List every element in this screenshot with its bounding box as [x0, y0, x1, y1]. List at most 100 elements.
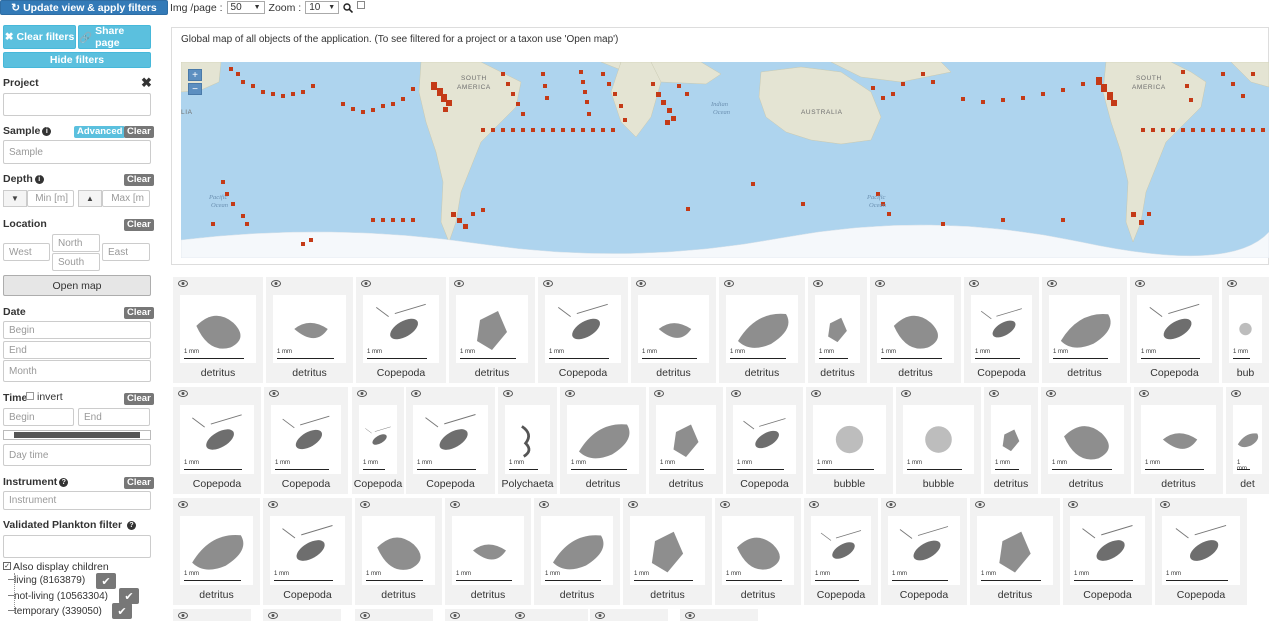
plankton-image[interactable]: 1 mm: [271, 405, 341, 474]
tree-item-not-living[interactable]: ┄not-living (10563304): [8, 591, 108, 602]
image-thumbnail[interactable]: 1 mm detritus: [534, 498, 620, 605]
plankton-image[interactable]: 1 mm: [1229, 295, 1262, 363]
image-thumbnail[interactable]: 1 mm Copepoda: [1063, 498, 1152, 605]
image-thumbnail[interactable]: 1 mm detritus: [173, 277, 263, 383]
plankton-image[interactable]: 1 mm: [722, 516, 794, 585]
plankton-image[interactable]: 1 mm: [656, 405, 716, 474]
check-icon[interactable]: ✔: [119, 588, 139, 604]
eye-icon[interactable]: [1227, 279, 1237, 288]
hide-filters-button[interactable]: Hide filters: [3, 52, 151, 68]
depth-clear-button[interactable]: Clear: [124, 174, 154, 186]
sample-input[interactable]: Sample: [3, 140, 151, 164]
image-thumbnail[interactable]: 1 mm detritus: [355, 498, 442, 605]
plankton-image[interactable]: 1 mm: [1162, 516, 1240, 585]
taxon-label[interactable]: detritus: [970, 589, 1060, 601]
taxon-label[interactable]: Copepoda: [173, 478, 261, 490]
taxon-label[interactable]: detritus: [1042, 367, 1127, 379]
image-thumbnail[interactable]: 1 mm detritus: [1041, 387, 1131, 494]
search-icon[interactable]: [343, 2, 354, 13]
month-input[interactable]: Month: [3, 360, 151, 382]
plankton-image[interactable]: 1 mm: [977, 516, 1053, 585]
taxon-label[interactable]: Copepoda: [964, 367, 1039, 379]
time-slider[interactable]: [3, 430, 151, 440]
img-page-select[interactable]: 50 ▼: [226, 1, 265, 14]
taxon-label[interactable]: detritus: [984, 478, 1038, 490]
taxon-label[interactable]: detritus: [631, 367, 716, 379]
image-thumbnail[interactable]: 1 mm detritus: [649, 387, 723, 494]
image-thumbnail[interactable]: 1 mm detritus: [970, 498, 1060, 605]
location-clear-button[interactable]: Clear: [124, 219, 154, 231]
eye-icon[interactable]: [178, 279, 188, 288]
taxon-label[interactable]: Copepoda: [406, 478, 495, 490]
image-thumbnail[interactable]: 1 mm Copepoda: [263, 498, 352, 605]
plankton-image[interactable]: 1 mm: [888, 516, 960, 585]
eye-icon[interactable]: [1139, 389, 1149, 398]
plankton-image[interactable]: 1 mm: [903, 405, 974, 474]
eye-icon[interactable]: [969, 279, 979, 288]
taxon-label[interactable]: Copepoda: [881, 589, 967, 601]
time-begin-input[interactable]: Begin: [3, 408, 74, 426]
image-thumbnail[interactable]: 1 mm Copepoda: [406, 387, 495, 494]
plankton-image[interactable]: 1 mm: [630, 516, 705, 585]
plankton-image[interactable]: 1 mm: [726, 295, 798, 363]
eye-icon[interactable]: [1068, 500, 1078, 509]
west-input[interactable]: West: [3, 243, 50, 261]
taxon-label[interactable]: Copepoda: [1063, 589, 1152, 601]
open-map-button[interactable]: Open map: [3, 275, 151, 296]
close-icon[interactable]: ✖: [141, 75, 152, 91]
date-begin-input[interactable]: Begin: [3, 321, 151, 339]
plankton-image[interactable]: 1 mm: [362, 516, 435, 585]
image-thumbnail[interactable]: 1 mm det: [1226, 387, 1269, 494]
plankton-image[interactable]: 1 mm: [811, 516, 871, 585]
taxon-label[interactable]: bub: [1222, 367, 1269, 379]
depth-min-input[interactable]: Min [m]: [27, 190, 74, 207]
eye-icon[interactable]: [886, 500, 896, 509]
taxon-label[interactable]: detritus: [715, 589, 801, 601]
plankton-image[interactable]: 1 mm: [363, 295, 439, 363]
time-end-input[interactable]: End: [78, 408, 150, 426]
date-end-input[interactable]: End: [3, 341, 151, 359]
plankton-image[interactable]: 1 mm: [971, 295, 1032, 363]
depth-max-toggle[interactable]: ▲: [78, 190, 102, 207]
image-thumbnail[interactable]: 1 mm detritus: [631, 277, 716, 383]
image-thumbnail[interactable]: 1 mm Copepoda: [881, 498, 967, 605]
image-thumbnail[interactable]: [173, 609, 251, 621]
image-thumbnail[interactable]: [680, 609, 758, 621]
image-thumbnail[interactable]: [590, 609, 668, 621]
taxon-label[interactable]: detritus: [649, 478, 723, 490]
image-thumbnail[interactable]: 1 mm Copepoda: [264, 387, 348, 494]
eye-icon[interactable]: [357, 389, 367, 398]
taxon-label[interactable]: Copepoda: [1130, 367, 1219, 379]
taxon-label[interactable]: Copepoda: [538, 367, 628, 379]
image-thumbnail[interactable]: 1 mm Copepoda: [538, 277, 628, 383]
image-thumbnail[interactable]: 1 mm detritus: [808, 277, 867, 383]
check-icon[interactable]: ✔: [96, 573, 116, 589]
eye-icon[interactable]: [268, 500, 278, 509]
image-thumbnail[interactable]: 1 mm detritus: [870, 277, 961, 383]
plankton-image[interactable]: 1 mm: [1049, 295, 1120, 363]
taxon-label[interactable]: detritus: [449, 367, 535, 379]
image-thumbnail[interactable]: [263, 609, 341, 621]
image-thumbnail[interactable]: 1 mm detritus: [623, 498, 712, 605]
taxon-label[interactable]: detritus: [870, 367, 961, 379]
date-clear-button[interactable]: Clear: [124, 307, 154, 319]
east-input[interactable]: East: [102, 243, 150, 261]
plankton-image[interactable]: 1 mm: [1070, 516, 1145, 585]
eye-icon[interactable]: [654, 389, 664, 398]
image-thumbnail[interactable]: 1 mm detritus: [560, 387, 646, 494]
plankton-image[interactable]: 1 mm: [541, 516, 613, 585]
eye-icon[interactable]: [720, 500, 730, 509]
image-thumbnail[interactable]: [355, 609, 433, 621]
plankton-image[interactable]: 1 mm: [1137, 295, 1212, 363]
taxon-label[interactable]: detritus: [266, 367, 353, 379]
plankton-image[interactable]: 1 mm: [991, 405, 1031, 474]
image-thumbnail[interactable]: 1 mm Copepoda: [173, 387, 261, 494]
taxon-label[interactable]: detritus: [719, 367, 805, 379]
taxon-label[interactable]: detritus: [1134, 478, 1223, 490]
invert-checkbox[interactable]: [26, 392, 34, 400]
eye-icon[interactable]: [503, 389, 513, 398]
plankton-image[interactable]: 1 mm: [638, 295, 709, 363]
tree-item-living[interactable]: ┄living (8163879): [8, 575, 85, 586]
image-thumbnail[interactable]: [510, 609, 588, 621]
eye-icon[interactable]: [565, 389, 575, 398]
